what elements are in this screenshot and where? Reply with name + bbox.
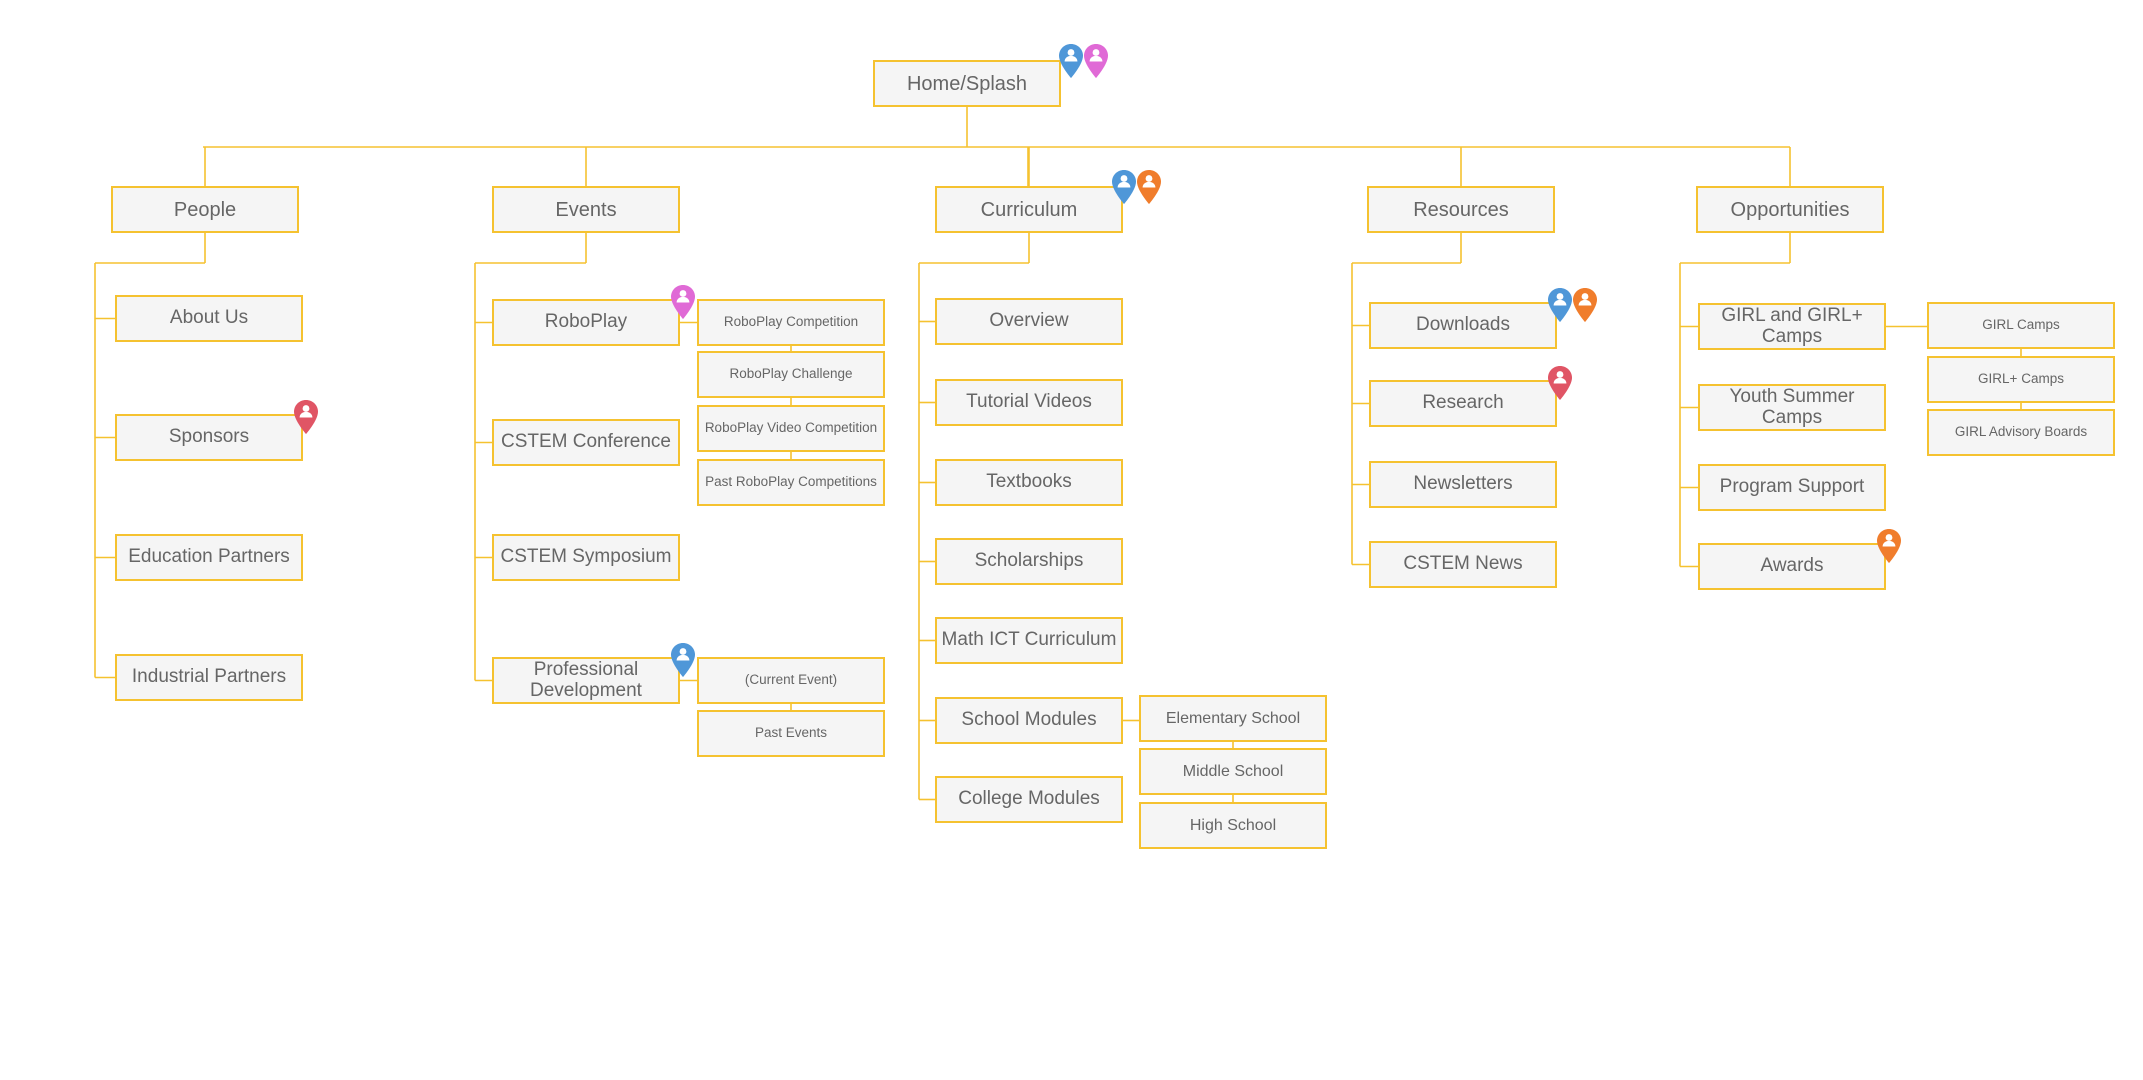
node-label: Education Partners	[128, 546, 290, 568]
node-girl-camps[interactable]: GIRL Camps	[1927, 302, 2115, 349]
node-label: Elementary School	[1165, 709, 1301, 727]
node-label: RoboPlay Competition	[723, 314, 859, 330]
node-label: Middle School	[1182, 762, 1284, 780]
node-roboplay-competition[interactable]: RoboPlay Competition	[697, 299, 885, 346]
node-textbooks[interactable]: Textbooks	[935, 459, 1123, 506]
node-label: High School	[1189, 816, 1277, 834]
node-elementary-school[interactable]: Elementary School	[1139, 695, 1327, 742]
node-label: Downloads	[1416, 314, 1510, 336]
node-professional-development[interactable]: Professional Development	[492, 657, 680, 704]
node-label: RoboPlay Video Competition	[704, 420, 878, 436]
node-label: CSTEM Symposium	[500, 546, 672, 568]
node-about-us[interactable]: About Us	[115, 295, 303, 342]
node-label: Sponsors	[168, 426, 250, 448]
node-label: Textbooks	[986, 471, 1072, 493]
node-downloads[interactable]: Downloads	[1369, 302, 1557, 349]
node-tutorial-videos[interactable]: Tutorial Videos	[935, 379, 1123, 426]
node-label: GIRL and GIRL+ Camps	[1721, 304, 1863, 347]
node-roboplay-video-competition[interactable]: RoboPlay Video Competition	[697, 405, 885, 452]
node-label: Opportunities	[1730, 198, 1850, 221]
node-past-events[interactable]: Past Events	[697, 710, 885, 757]
node-label: CSTEM Conference	[500, 431, 671, 453]
node-label: Industrial Partners	[131, 666, 287, 688]
node-education-partners[interactable]: Education Partners	[115, 534, 303, 581]
node-newsletters[interactable]: Newsletters	[1369, 461, 1557, 508]
node-label: (Current Event)	[744, 672, 838, 688]
node-school-modules[interactable]: School Modules	[935, 697, 1123, 744]
node-girl-advisory-boards[interactable]: GIRL Advisory Boards	[1927, 409, 2115, 456]
node-label: Math ICT Curriculum	[941, 629, 1117, 651]
node-label: GIRL+ Camps	[1978, 371, 2064, 387]
node-scholarships[interactable]: Scholarships	[935, 538, 1123, 585]
persona-pin-icon-pink	[671, 285, 695, 319]
node-youth-summer-camps[interactable]: Youth Summer Camps	[1698, 384, 1886, 431]
node-sponsors[interactable]: Sponsors	[115, 414, 303, 461]
node-awards[interactable]: Awards	[1698, 543, 1886, 590]
sitemap-diagram: Home/Splash People About Us Sponsors Educati…	[0, 0, 2143, 1080]
node-resources[interactable]: Resources	[1367, 186, 1555, 233]
node-label: Scholarships	[974, 550, 1084, 572]
node-roboplay[interactable]: RoboPlay	[492, 299, 680, 346]
node-label: People	[173, 198, 237, 221]
node-label: GIRL Camps	[1982, 317, 2060, 333]
persona-pin-icon-blue	[671, 643, 695, 677]
node-events[interactable]: Events	[492, 186, 680, 233]
node-girl-camps[interactable]: GIRL+ Camps	[1927, 356, 2115, 403]
node-label: Events	[555, 198, 617, 221]
node-math-ict-curriculum[interactable]: Math ICT Curriculum	[935, 617, 1123, 664]
node-label: Past Events	[754, 725, 828, 741]
node-overview[interactable]: Overview	[935, 298, 1123, 345]
node-people[interactable]: People	[111, 186, 299, 233]
persona-pin-icon-orange	[1877, 529, 1901, 563]
persona-pin-icon-blue	[1112, 170, 1136, 204]
node-label: Professional Development	[530, 658, 642, 701]
node-label: Awards	[1760, 555, 1824, 577]
node-opportunities[interactable]: Opportunities	[1696, 186, 1884, 233]
node-label: School Modules	[961, 709, 1097, 731]
node-middle-school[interactable]: Middle School	[1139, 748, 1327, 795]
node-industrial-partners[interactable]: Industrial Partners	[115, 654, 303, 701]
persona-pin-icon-red	[1548, 366, 1572, 400]
node-label: Tutorial Videos	[966, 391, 1092, 413]
persona-pin-icon-orange	[1573, 288, 1597, 322]
node-college-modules[interactable]: College Modules	[935, 776, 1123, 823]
node-label: Youth Summer Camps	[1729, 385, 1855, 428]
node-past-roboplay-competitions[interactable]: Past RoboPlay Competitions	[697, 459, 885, 506]
node-cstem-symposium[interactable]: CSTEM Symposium	[492, 534, 680, 581]
node-label: Program Support	[1719, 476, 1865, 498]
node-label: College Modules	[958, 788, 1100, 810]
node-cstem-news[interactable]: CSTEM News	[1369, 541, 1557, 588]
node-label: Research	[1422, 392, 1504, 414]
node-girl-and-girl-camps[interactable]: GIRL and GIRL+ Camps	[1698, 303, 1886, 350]
node-roboplay-challenge[interactable]: RoboPlay Challenge	[697, 351, 885, 398]
persona-pin-icon-blue	[1059, 44, 1083, 78]
node-label: RoboPlay	[544, 311, 628, 333]
node-label: Newsletters	[1413, 473, 1513, 495]
node-label: Past RoboPlay Competitions	[705, 474, 877, 490]
node-curriculum[interactable]: Curriculum	[935, 186, 1123, 233]
node-label: About Us	[169, 307, 249, 329]
node-label: Overview	[989, 310, 1069, 332]
persona-pin-icon-pink	[1084, 44, 1108, 78]
node-high-school[interactable]: High School	[1139, 802, 1327, 849]
node-research[interactable]: Research	[1369, 380, 1557, 427]
node-label: Curriculum	[980, 198, 1078, 221]
node-cstem-conference[interactable]: CSTEM Conference	[492, 419, 680, 466]
persona-pin-icon-orange	[1137, 170, 1161, 204]
persona-pin-icon-red	[294, 400, 318, 434]
persona-pin-icon-blue	[1548, 288, 1572, 322]
node-label: Resources	[1413, 198, 1509, 221]
node-home-splash[interactable]: Home/Splash	[873, 60, 1061, 107]
node-label: CSTEM News	[1403, 553, 1523, 575]
node-label: Home/Splash	[906, 72, 1028, 95]
node-label: GIRL Advisory Boards	[1954, 424, 2088, 440]
node-program-support[interactable]: Program Support	[1698, 464, 1886, 511]
node-label: RoboPlay Challenge	[729, 366, 853, 382]
node-current-event[interactable]: (Current Event)	[697, 657, 885, 704]
